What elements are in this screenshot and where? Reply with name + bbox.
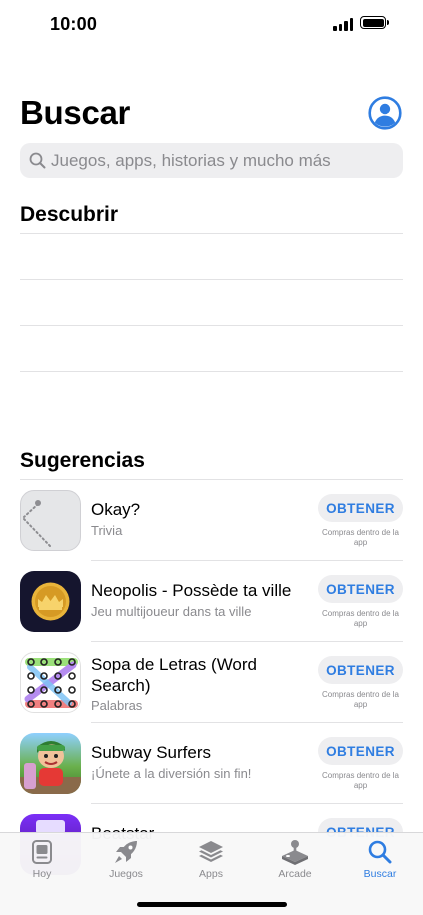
- get-button[interactable]: OBTENER: [318, 656, 403, 684]
- tab-search[interactable]: Buscar: [340, 839, 420, 889]
- discover-item[interactable]: [20, 234, 403, 280]
- app-subtitle: Palabras: [91, 698, 143, 713]
- tab-arcade[interactable]: Arcade: [255, 839, 335, 889]
- tab-games[interactable]: Juegos: [86, 839, 166, 889]
- home-indicator[interactable]: [137, 902, 287, 907]
- suggestions-title: Sugerencias: [20, 449, 145, 472]
- tab-label: Buscar: [363, 868, 397, 880]
- tab-today[interactable]: Hoy: [2, 839, 82, 889]
- okay-app-icon: [20, 490, 81, 551]
- list-item-sopa-de-letras[interactable]: Sopa de Letras (Word Search) Palabras OB…: [20, 642, 403, 723]
- in-app-purchases-label: Compras dentro de la app: [322, 528, 399, 547]
- get-button[interactable]: OBTENER: [318, 494, 403, 522]
- neopolis-app-icon: [20, 571, 81, 632]
- in-app-purchases-label: Compras dentro de la app: [322, 609, 399, 628]
- status-bar: 10:00: [0, 0, 423, 50]
- app-name: Sopa de Letras (Word Search): [91, 655, 257, 695]
- in-app-purchases-label: Compras dentro de la app: [322, 771, 399, 790]
- app-subtitle: Jeu multijoueur dans ta ville: [91, 604, 252, 619]
- tab-label: Apps: [199, 868, 223, 880]
- discover-item[interactable]: [20, 326, 403, 372]
- tab-label: Hoy: [32, 868, 52, 880]
- person-circle-icon: [368, 96, 402, 130]
- account-button[interactable]: [368, 96, 402, 130]
- get-button[interactable]: OBTENER: [318, 575, 403, 603]
- discover-title: Descubrir: [20, 203, 119, 226]
- arcade-joystick-icon: [282, 840, 308, 865]
- battery-icon: [360, 16, 389, 29]
- status-time: 10:00: [50, 14, 98, 34]
- today-icon: [32, 840, 52, 864]
- app-subtitle: Trivia: [91, 523, 123, 538]
- tab-label: Juegos: [109, 868, 143, 880]
- get-button[interactable]: OBTENER: [318, 737, 403, 765]
- app-name: Neopolis - Possède ta ville: [91, 581, 292, 600]
- list-item-neopolis[interactable]: Neopolis - Possède ta ville Jeu multijou…: [20, 561, 403, 642]
- discover-item[interactable]: [20, 280, 403, 326]
- divider: [20, 371, 403, 372]
- search-input[interactable]: [51, 150, 391, 171]
- in-app-purchases-label: Compras dentro de la app: [322, 690, 399, 709]
- cellular-signal-icon: [333, 17, 353, 31]
- tab-label: Arcade: [278, 868, 312, 880]
- list-item-okay[interactable]: Okay? Trivia OBTENER Compras dentro de l…: [20, 480, 403, 561]
- app-subtitle: ¡Únete a la diversión sin fin!: [91, 766, 252, 781]
- tab-apps[interactable]: Apps: [171, 839, 251, 889]
- search-icon: [368, 840, 392, 864]
- list-item-subway-surfers[interactable]: Subway Surfers ¡Únete a la diversión sin…: [20, 723, 403, 804]
- subway-surfers-app-icon: [20, 733, 81, 794]
- app-name: Subway Surfers: [91, 743, 211, 762]
- word-search-app-icon: [20, 652, 81, 713]
- search-icon: [29, 152, 46, 169]
- search-bar[interactable]: [20, 143, 403, 178]
- page-title: Buscar: [20, 94, 131, 131]
- apps-stack-icon: [199, 841, 223, 862]
- app-name: Okay?: [91, 500, 141, 519]
- rocket-icon: [115, 841, 137, 863]
